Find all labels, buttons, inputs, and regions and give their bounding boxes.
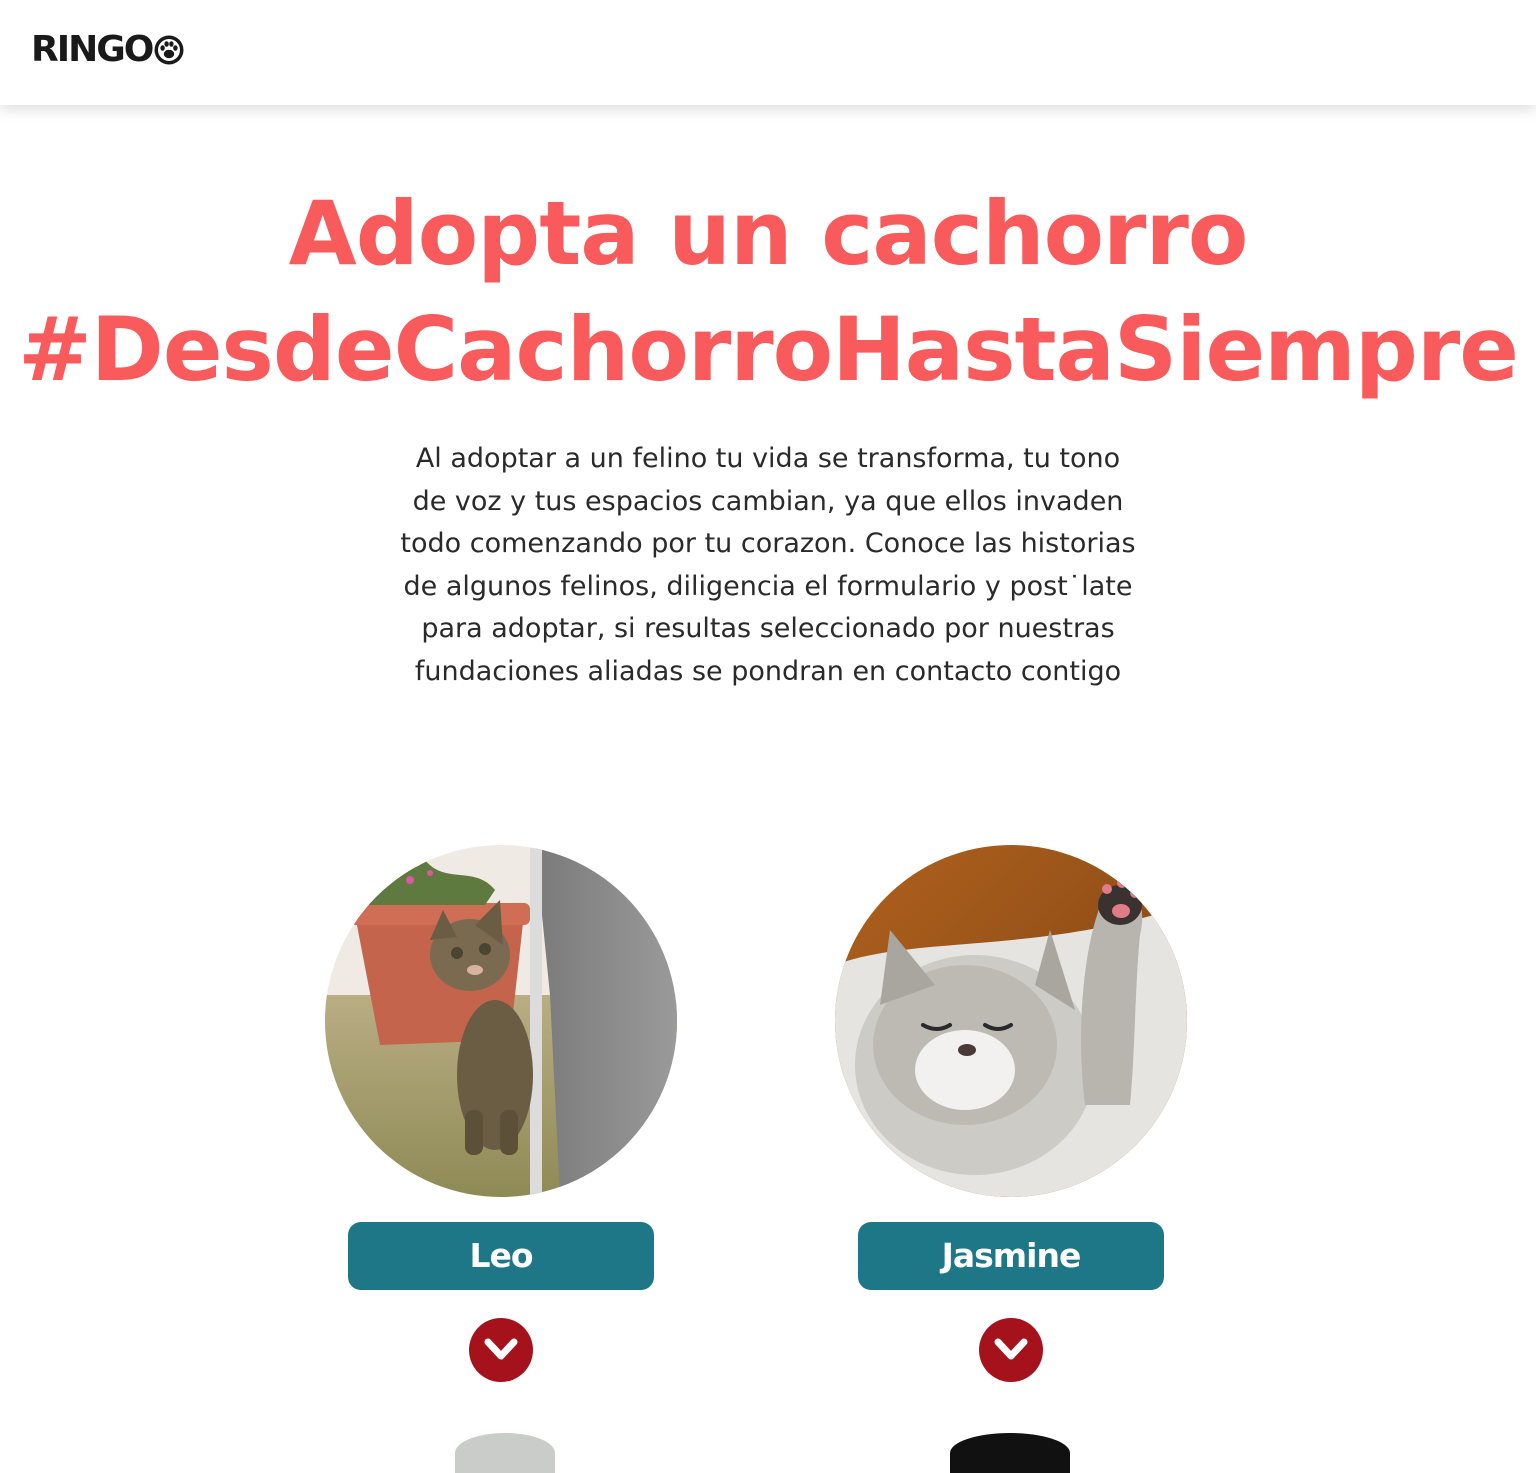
- title-hashtag: #DesdeCachorroHastaSiempre: [18, 298, 1519, 401]
- cat-card-leo: Leo: [325, 845, 685, 1445]
- title-line-1: Adopta un cachorro: [288, 182, 1249, 285]
- cat-image-leo: [325, 845, 677, 1197]
- paw-icon: [154, 35, 184, 65]
- logo-text: RINGO: [31, 29, 154, 70]
- cat-photo-next-1[interactable]: [455, 1433, 555, 1473]
- chevron-down-icon: [994, 1338, 1028, 1360]
- cat-photo-jasmine[interactable]: [835, 845, 1187, 1197]
- page-title: Adopta un cachorro #DesdeCachorroHastaSi…: [0, 176, 1536, 408]
- cat-card-jasmine: Jasmine: [835, 845, 1195, 1445]
- cat-name-button-jasmine[interactable]: Jasmine: [858, 1222, 1164, 1290]
- chevron-down-icon: [484, 1338, 518, 1360]
- cat-photo-next-2[interactable]: [950, 1433, 1070, 1473]
- cat-photo-leo[interactable]: [325, 845, 677, 1197]
- ringo-logo[interactable]: RINGO: [31, 28, 185, 72]
- expand-toggle-leo[interactable]: [469, 1318, 533, 1382]
- cat-image-jasmine: [835, 845, 1187, 1197]
- cat-name-button-leo[interactable]: Leo: [348, 1222, 654, 1290]
- expand-toggle-jasmine[interactable]: [979, 1318, 1043, 1382]
- site-header: RINGO: [0, 0, 1536, 105]
- intro-paragraph: Al adoptar a un felino tu vida se transf…: [400, 443, 1136, 687]
